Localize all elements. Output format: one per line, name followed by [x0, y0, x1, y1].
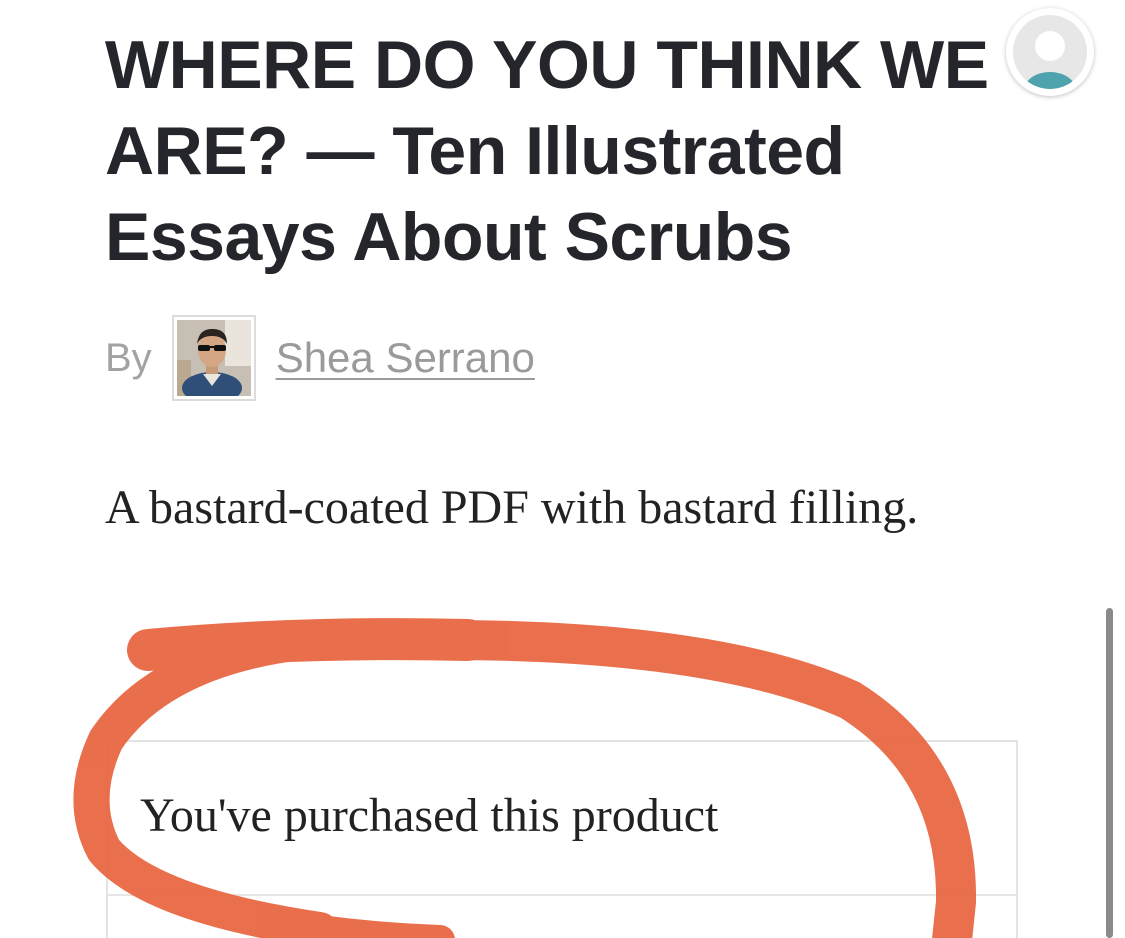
author-photo[interactable]: [171, 315, 256, 401]
scrollbar[interactable]: [1106, 608, 1113, 938]
byline-prefix: By: [105, 335, 152, 380]
divider: [108, 894, 1016, 896]
user-avatar-icon: [1013, 15, 1087, 89]
byline: By Shea Serrano: [105, 312, 535, 404]
product-page: WHERE DO YOU THINK WE ARE? — Ten Illustr…: [0, 0, 1125, 938]
account-avatar-button[interactable]: [1006, 8, 1094, 96]
author-link[interactable]: Shea Serrano: [276, 334, 535, 382]
product-summary: A bastard-coated PDF with bastard fillin…: [105, 481, 919, 534]
page-title: WHERE DO YOU THINK WE ARE? — Ten Illustr…: [105, 27, 989, 275]
purchase-status-text: You've purchased this product: [140, 789, 719, 842]
purchase-status-box: You've purchased this product: [106, 740, 1018, 938]
